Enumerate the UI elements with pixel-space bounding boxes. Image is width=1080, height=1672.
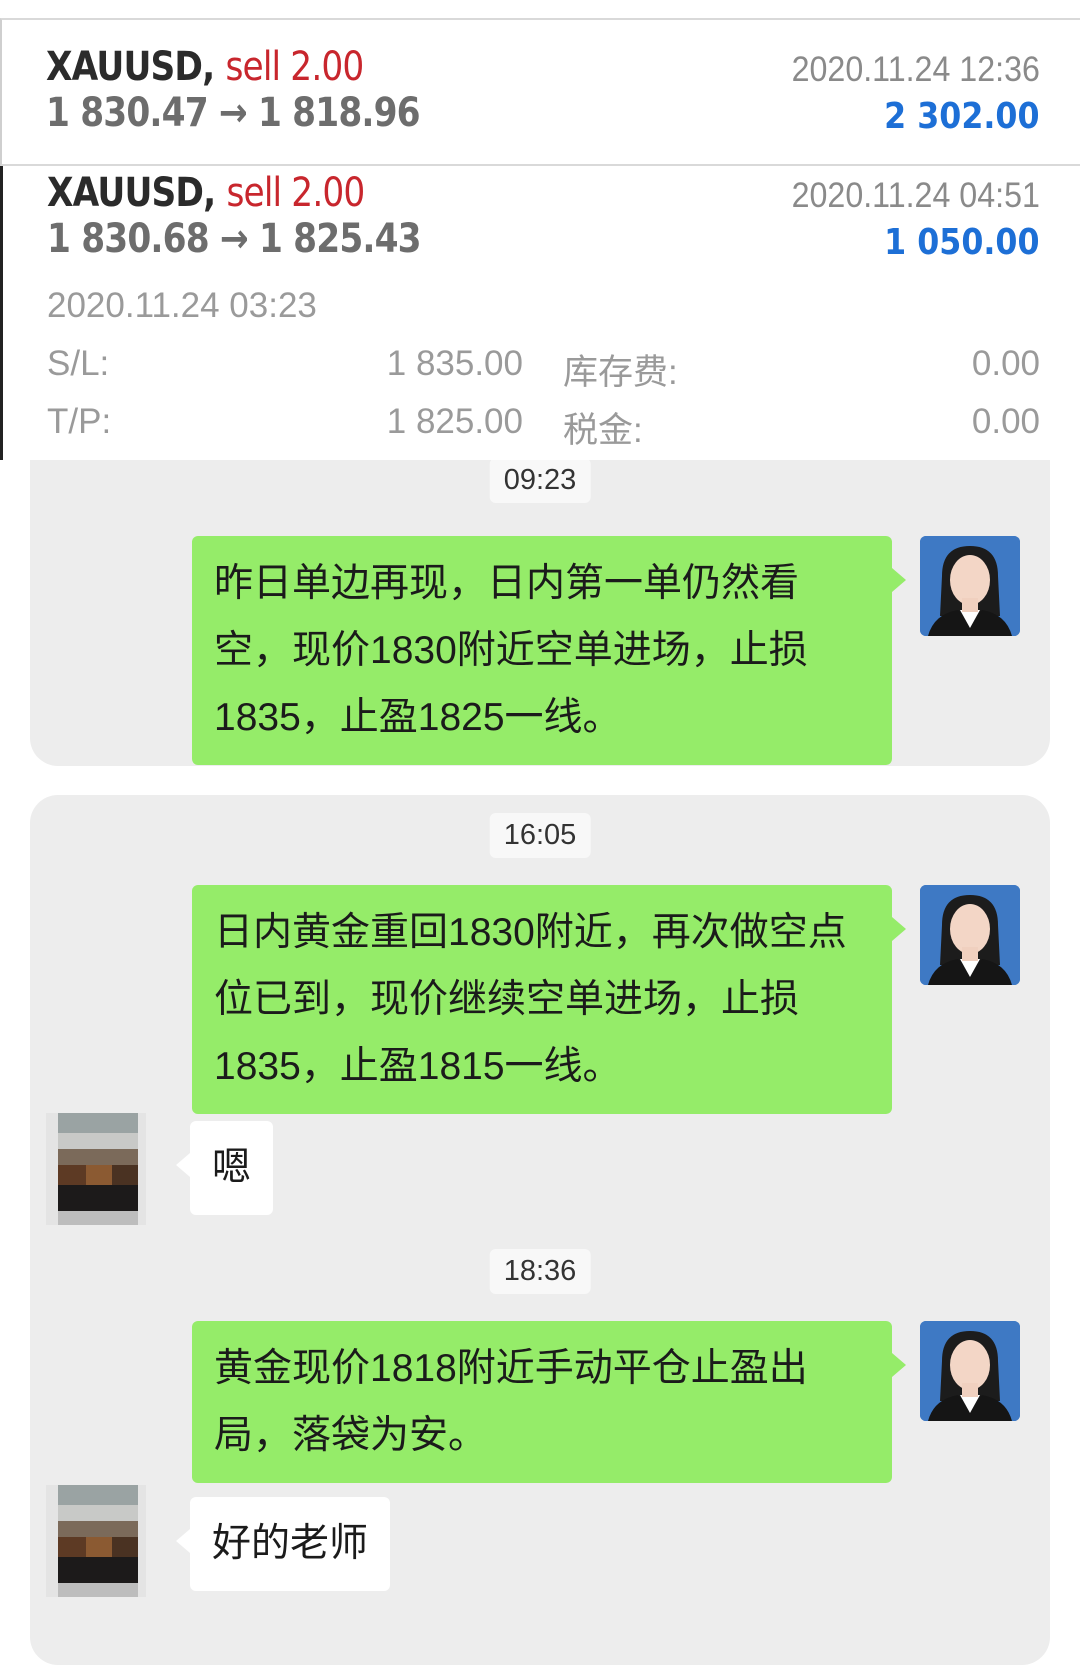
- chat-screenshot-2: 16:05 日内黄金重回1830附近，再次做空点位已到，现价继续空单进场，止损1…: [30, 795, 1050, 1665]
- trade-open-time: 2020.11.24 03:23: [47, 286, 317, 325]
- tp-value: 1 825.00: [386, 402, 523, 441]
- sl-value: 1 835.00: [386, 344, 523, 383]
- tax-label: 税金:: [563, 411, 643, 450]
- incoming-message[interactable]: 好的老师: [175, 1497, 391, 1591]
- trade-profit: 1 050.00: [884, 222, 1040, 263]
- outgoing-message[interactable]: 昨日单边再现，日内第一单仍然看空，现价1830附近空单进场，止损1835，止盈1…: [192, 536, 906, 765]
- trade-history-panel: XAUUSD, sell 2.00 1 830.47 → 1 818.96 20…: [0, 0, 1080, 460]
- message-timestamp: 09:23: [489, 460, 591, 503]
- trade-row-expanded[interactable]: XAUUSD, sell 2.00 1 830.68 → 1 825.43 20…: [0, 166, 1080, 460]
- trade-symbol: XAUUSD, sell 2.00: [46, 44, 364, 90]
- teacher-avatar-icon[interactable]: [920, 885, 1020, 985]
- user-avatar-icon[interactable]: [46, 1485, 146, 1597]
- outgoing-message[interactable]: 黄金现价1818附近手动平仓止盈出局，落袋为安。: [192, 1321, 906, 1483]
- message-timestamp: 18:36: [489, 1249, 591, 1294]
- message-timestamp: 16:05: [489, 813, 591, 858]
- user-avatar-icon[interactable]: [46, 1113, 146, 1225]
- trade-close-date: 2020.11.24 04:51: [791, 176, 1040, 215]
- trade-prices: 1 830.68 → 1 825.43: [47, 216, 422, 262]
- trade-side: sell 2.00: [226, 170, 365, 216]
- incoming-message[interactable]: 嗯: [175, 1121, 274, 1215]
- teacher-avatar-icon[interactable]: [920, 1321, 1020, 1421]
- sl-label: S/L:: [47, 344, 110, 383]
- outgoing-message[interactable]: 日内黄金重回1830附近，再次做空点位已到，现价继续空单进场，止损1835，止盈…: [192, 885, 906, 1114]
- trade-symbol: XAUUSD, sell 2.00: [47, 170, 365, 216]
- swap-value: 0.00: [971, 344, 1040, 383]
- trade-close-date: 2020.11.24 12:36: [791, 50, 1040, 89]
- tax-value: 0.00: [971, 402, 1040, 441]
- trade-row[interactable]: XAUUSD, sell 2.00 1 830.47 → 1 818.96 20…: [0, 18, 1080, 166]
- trade-profit: 2 302.00: [884, 96, 1040, 137]
- teacher-avatar-icon[interactable]: [920, 536, 1020, 636]
- swap-label: 库存费:: [563, 353, 678, 392]
- trade-prices: 1 830.47 → 1 818.96: [46, 90, 421, 136]
- tp-label: T/P:: [47, 402, 112, 441]
- trade-side: sell 2.00: [225, 44, 364, 90]
- chat-screenshot-1: 09:23 昨日单边再现，日内第一单仍然看空，现价1830附近空单进场，止损18…: [30, 460, 1050, 766]
